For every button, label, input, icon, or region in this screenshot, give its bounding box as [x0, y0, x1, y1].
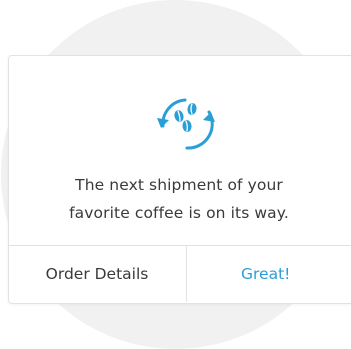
order-details-button[interactable]: Order Details — [8, 246, 187, 302]
message-line-1: The next shipment of your — [75, 176, 283, 194]
coffee-beans-refresh-icon — [149, 82, 229, 162]
great-button[interactable]: Great! — [187, 246, 351, 302]
notification-screen: The next shipment of your favorite coffe… — [0, 0, 351, 349]
message-line-2: favorite coffee is on its way. — [69, 204, 289, 222]
shipment-message: The next shipment of your favorite coffe… — [8, 171, 350, 227]
action-bar: Order Details Great! — [8, 245, 351, 302]
